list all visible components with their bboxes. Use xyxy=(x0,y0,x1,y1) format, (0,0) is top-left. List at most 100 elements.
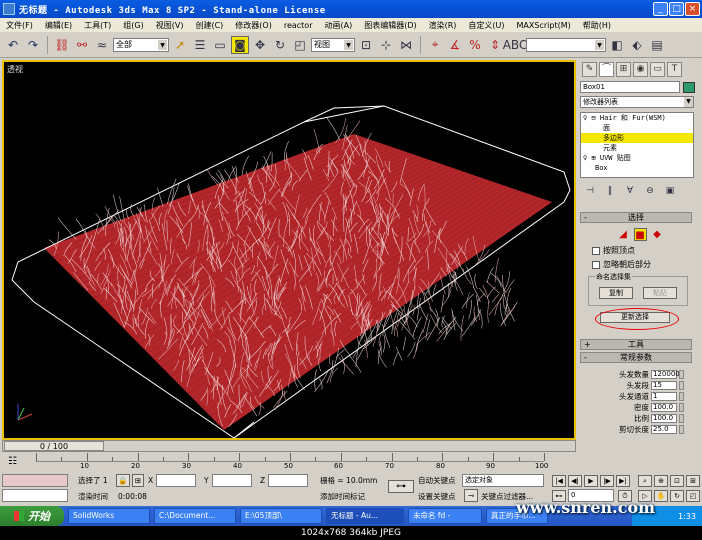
edit-named-selection-icon[interactable]: ABC xyxy=(503,36,528,54)
object-name-field[interactable]: Box01 xyxy=(580,81,680,93)
tools-rollout-header[interactable]: + 工具 xyxy=(580,339,692,350)
menu-edit[interactable]: 编辑(E) xyxy=(39,20,78,31)
stack-item-uvw-map[interactable]: ♀ ⊞ UVW 贴图 xyxy=(581,153,693,163)
selection-filter-dropdown[interactable]: 全部 xyxy=(113,37,169,52)
utilities-tab-icon[interactable]: T xyxy=(667,61,682,77)
copy-button[interactable]: 复制 xyxy=(599,287,633,299)
menu-group[interactable]: 组(G) xyxy=(117,20,149,31)
reference-coordinate-dropdown[interactable]: 视图 xyxy=(311,37,355,52)
pivot-center-icon[interactable]: ⊡ xyxy=(357,36,375,54)
undo-icon[interactable]: ↶ xyxy=(4,36,22,54)
go-to-end-icon[interactable]: ▶| xyxy=(616,475,630,487)
maxscript-output-field[interactable] xyxy=(2,489,68,502)
go-to-start-icon[interactable]: |◀ xyxy=(552,475,566,487)
spinner[interactable] xyxy=(679,380,684,390)
perspective-viewport[interactable]: 透视 xyxy=(2,60,576,440)
angle-snap-icon[interactable]: ∡ xyxy=(446,36,464,54)
stack-item-face[interactable]: 面 xyxy=(581,123,693,133)
auto-key-toggle[interactable]: 自动关键点 xyxy=(418,475,456,487)
viewport-label[interactable]: 透视 xyxy=(7,64,23,75)
maxscript-listener-field[interactable] xyxy=(2,474,68,487)
menu-animation[interactable]: 动画(A) xyxy=(318,20,358,31)
menu-customize[interactable]: 自定义(U) xyxy=(462,20,510,31)
hair-passes-input[interactable]: 1 xyxy=(651,391,677,401)
element-select-icon[interactable]: ◆ xyxy=(651,228,664,241)
arc-rotate-icon[interactable]: ↻ xyxy=(670,490,684,502)
next-frame-icon[interactable]: |▶ xyxy=(600,475,614,487)
face-select-icon[interactable]: ■ xyxy=(633,228,647,241)
mirror-icon[interactable]: ⋈ xyxy=(397,36,415,54)
mirror-tool-icon[interactable]: ◧ xyxy=(608,36,626,54)
stack-item-polygon[interactable]: 多边形 xyxy=(581,133,693,143)
by-vertex-checkbox[interactable]: 按照顶点 xyxy=(580,245,700,256)
unlink-icon[interactable]: ⚯ xyxy=(73,36,91,54)
make-unique-icon[interactable]: ∀ xyxy=(622,186,638,196)
menu-tools[interactable]: 工具(T) xyxy=(78,20,117,31)
y-coordinate-field[interactable] xyxy=(212,474,252,487)
spinner[interactable] xyxy=(679,402,684,412)
stack-item-box[interactable]: Box xyxy=(581,163,693,173)
general-parameters-rollout-header[interactable]: - 常规参数 xyxy=(580,352,692,363)
menu-reactor[interactable]: reactor xyxy=(278,21,319,30)
time-slider[interactable]: 0 / 100 xyxy=(2,440,576,452)
maximize-viewport-icon[interactable]: ◰ xyxy=(686,490,700,502)
checkbox-box[interactable] xyxy=(592,246,600,255)
align-icon[interactable]: ⬖ xyxy=(628,36,646,54)
z-coordinate-field[interactable] xyxy=(268,474,308,487)
modifier-list-dropdown[interactable]: 修改器列表 xyxy=(580,96,694,108)
update-selection-button[interactable]: 更新选择 xyxy=(595,308,679,330)
redo-icon[interactable]: ↷ xyxy=(24,36,42,54)
pin-stack-icon[interactable]: ⊣ xyxy=(582,186,598,196)
key-mode-icon[interactable]: ⊶ xyxy=(388,480,414,493)
taskbar-item-documents[interactable]: C:\Document... xyxy=(154,508,236,524)
curve-editor-icon[interactable]: ☷ xyxy=(8,456,22,468)
play-icon[interactable]: ▶ xyxy=(584,475,598,487)
stack-item-element[interactable]: 元素 xyxy=(581,143,693,153)
close-button[interactable]: × xyxy=(685,2,700,16)
zoom-icon[interactable]: ⌕ xyxy=(638,475,652,487)
window-crossing-icon[interactable]: ◙ xyxy=(231,35,249,54)
ignore-backfacing-checkbox[interactable]: 忽略朝后部分 xyxy=(580,259,700,270)
time-slider-thumb[interactable]: 0 / 100 xyxy=(4,441,104,451)
spinner[interactable] xyxy=(679,369,684,379)
density-input[interactable]: 100.0 xyxy=(651,402,677,412)
previous-frame-icon[interactable]: ◀| xyxy=(568,475,582,487)
percent-snap-icon[interactable]: % xyxy=(466,36,484,54)
menu-help[interactable]: 帮助(H) xyxy=(577,20,617,31)
create-tab-icon[interactable]: ✎ xyxy=(582,61,597,77)
hair-segments-input[interactable]: 15 xyxy=(651,380,677,390)
layer-manager-icon[interactable]: ▤ xyxy=(648,36,666,54)
modifier-stack[interactable]: ♀ ⊟ Hair 和 Fur(WSM) 面 多边形 元素 ♀ ⊞ UVW 贴图 … xyxy=(580,112,694,178)
modify-tab-icon[interactable]: ⌒ xyxy=(599,61,614,77)
menu-modifiers[interactable]: 修改器(O) xyxy=(229,20,278,31)
menu-file[interactable]: 文件(F) xyxy=(0,20,39,31)
set-key-toggle[interactable]: 设置关键点 xyxy=(418,491,456,503)
select-by-name-icon[interactable]: ☰ xyxy=(191,36,209,54)
absolute-mode-icon[interactable]: ⊞ xyxy=(132,474,144,487)
menu-maxscript[interactable]: MAXScript(M) xyxy=(511,21,577,30)
hierarchy-tab-icon[interactable]: ⊞ xyxy=(616,61,631,77)
track-bar[interactable]: ☷ 10 20 30 40 50 60 70 80 90 100 xyxy=(0,452,576,472)
selection-rollout-header[interactable]: - 选择 xyxy=(580,212,692,223)
rectangular-selection-icon[interactable]: ▭ xyxy=(211,36,229,54)
taskbar-item-folder[interactable]: E:\05顶部\ xyxy=(240,508,322,524)
motion-tab-icon[interactable]: ◉ xyxy=(633,61,648,77)
display-tab-icon[interactable]: ▭ xyxy=(650,61,665,77)
set-keys-icon[interactable]: ⊸ xyxy=(464,489,478,502)
zoom-extents-icon[interactable]: ⊡ xyxy=(670,475,684,487)
taskbar-item-3dsmax[interactable]: 无标题 - Au... xyxy=(326,508,404,524)
pan-icon[interactable]: ✋ xyxy=(654,490,668,502)
spinner[interactable] xyxy=(679,424,684,434)
minimize-button[interactable]: _ xyxy=(653,2,668,16)
stack-item-hair-fur[interactable]: ♀ ⊟ Hair 和 Fur(WSM) xyxy=(581,113,693,123)
show-end-result-icon[interactable]: ‖ xyxy=(602,186,618,196)
guides-select-icon[interactable]: ◢ xyxy=(617,228,630,241)
maximize-button[interactable]: □ xyxy=(669,2,684,16)
paste-button[interactable]: 粘贴 xyxy=(643,287,677,299)
menu-rendering[interactable]: 渲染(R) xyxy=(423,20,463,31)
menu-views[interactable]: 视图(V) xyxy=(150,20,190,31)
snap-toggle-icon[interactable]: ⌖ xyxy=(426,36,444,54)
x-coordinate-field[interactable] xyxy=(156,474,196,487)
object-color-swatch[interactable] xyxy=(683,81,695,93)
scale-icon[interactable]: ◰ xyxy=(291,36,309,54)
